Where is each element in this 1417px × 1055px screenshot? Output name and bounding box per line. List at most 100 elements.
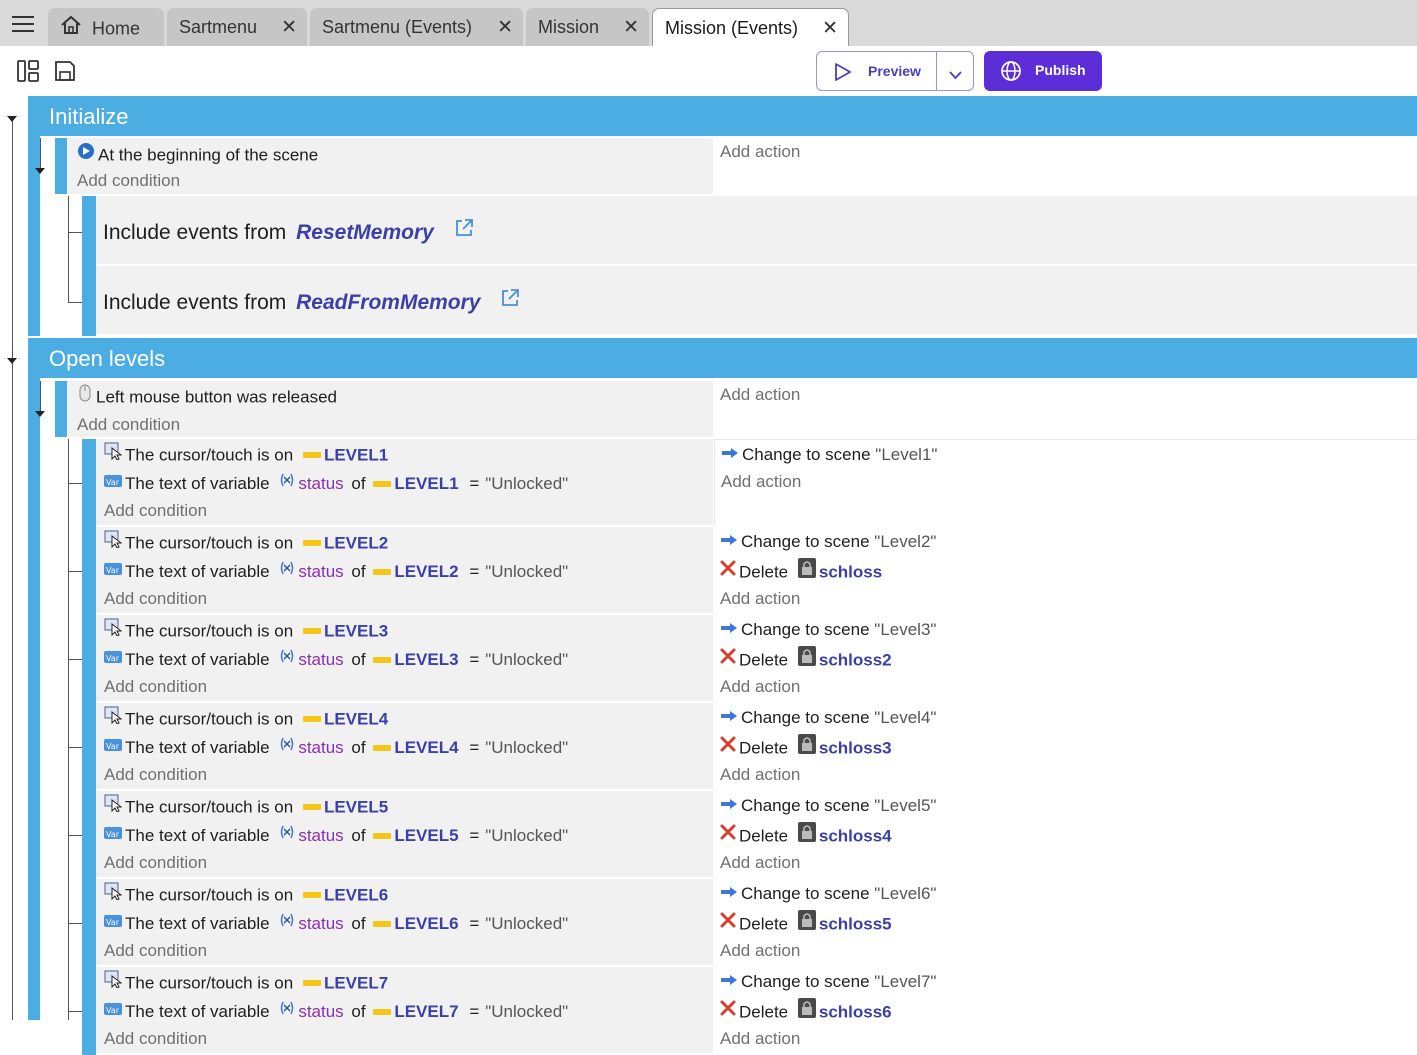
action-delete[interactable]: Delete schloss4: [720, 822, 892, 846]
tab-home[interactable]: Home: [48, 8, 164, 46]
action-box[interactable]: Change to scene "Level6" Delete schloss5…: [714, 879, 1417, 965]
layout-icon[interactable]: [17, 60, 39, 87]
action-change-scene[interactable]: Change to scene "Level1": [721, 444, 937, 466]
preview-button[interactable]: Preview: [816, 51, 937, 91]
object-name[interactable]: LEVEL3: [324, 621, 388, 640]
tab-sartmenu-events[interactable]: Sartmenu (Events) ✕: [310, 8, 523, 46]
action-delete[interactable]: Delete schloss6: [720, 998, 892, 1022]
condition-box[interactable]: The cursor/touch is on LEVEL1 Var The tex…: [96, 439, 713, 525]
condition-cursor-on[interactable]: The cursor/touch is on LEVEL7: [104, 970, 388, 994]
tab-sartmenu[interactable]: Sartmenu ✕: [167, 8, 307, 46]
condition-box[interactable]: The cursor/touch is on LEVEL2 Var The tex…: [96, 527, 713, 613]
add-action[interactable]: Add action: [720, 764, 800, 786]
scene-name[interactable]: "Level6": [874, 884, 936, 903]
condition-box[interactable]: The cursor/touch is on LEVEL4 Var The tex…: [96, 703, 713, 789]
object-name[interactable]: schloss4: [819, 826, 892, 845]
collapse-toggle[interactable]: [7, 116, 17, 122]
external-link-icon[interactable]: [500, 288, 520, 315]
condition-cursor-on[interactable]: The cursor/touch is on LEVEL6: [104, 882, 388, 906]
condition-cursor-on[interactable]: The cursor/touch is on LEVEL3: [104, 618, 388, 642]
close-icon[interactable]: ✕: [822, 17, 838, 40]
include-event-reset-memory[interactable]: Include events from ResetMemory: [96, 196, 1417, 264]
scene-name[interactable]: "Level5": [874, 796, 936, 815]
close-icon[interactable]: ✕: [281, 16, 297, 39]
scene-name[interactable]: "Level3": [874, 620, 936, 639]
add-action[interactable]: Add action: [721, 471, 801, 493]
action-change-scene[interactable]: Change to scene "Level3": [720, 619, 936, 641]
condition-variable-text[interactable]: Var The text of variable status of LEVEL5…: [104, 825, 568, 847]
condition-variable-text[interactable]: Var The text of variable status of LEVEL2…: [104, 561, 568, 583]
add-action[interactable]: Add action: [720, 588, 800, 610]
add-action[interactable]: Add action: [720, 141, 800, 163]
object-name[interactable]: LEVEL1: [394, 474, 458, 493]
add-action[interactable]: Add action: [720, 852, 800, 874]
collapse-toggle[interactable]: [7, 358, 17, 364]
add-condition[interactable]: Add condition: [104, 764, 207, 786]
condition-variable-text[interactable]: Var The text of variable status of LEVEL4…: [104, 737, 568, 759]
action-box[interactable]: Change to scene "Level5" Delete schloss4…: [714, 791, 1417, 877]
scene-name[interactable]: "Level2": [874, 532, 936, 551]
condition-variable-text[interactable]: Var The text of variable status of LEVEL3…: [104, 649, 568, 671]
variable-name[interactable]: status: [298, 738, 343, 757]
action-delete[interactable]: Delete schloss5: [720, 910, 892, 934]
condition-cursor-on[interactable]: The cursor/touch is on LEVEL2: [104, 530, 388, 554]
condition-box[interactable]: The cursor/touch is on LEVEL5 Var The tex…: [96, 791, 713, 877]
add-condition[interactable]: Add condition: [104, 588, 207, 610]
object-name[interactable]: LEVEL4: [394, 738, 458, 757]
external-events-name[interactable]: ResetMemory: [296, 221, 434, 244]
add-action[interactable]: Add action: [720, 676, 800, 698]
scene-name[interactable]: "Level7": [874, 972, 936, 991]
collapse-toggle[interactable]: [35, 411, 45, 417]
action-box[interactable]: Add action: [714, 138, 1417, 194]
close-icon[interactable]: ✕: [497, 16, 513, 39]
add-condition[interactable]: Add condition: [104, 500, 207, 522]
add-action[interactable]: Add action: [720, 940, 800, 962]
object-name[interactable]: LEVEL5: [324, 797, 388, 816]
add-condition[interactable]: Add condition: [77, 170, 180, 192]
group-title-initialize[interactable]: Initialize: [40, 96, 1417, 136]
external-events-name[interactable]: ReadFromMemory: [296, 291, 480, 314]
object-name[interactable]: schloss2: [819, 650, 892, 669]
object-name[interactable]: LEVEL7: [324, 973, 388, 992]
variable-name[interactable]: status: [298, 650, 343, 669]
tab-mission-events[interactable]: Mission (Events) ✕: [652, 8, 849, 46]
include-event-read-from-memory[interactable]: Include events from ReadFromMemory: [96, 266, 1417, 334]
condition-box[interactable]: The cursor/touch is on LEVEL7 Var The tex…: [96, 967, 713, 1053]
action-box[interactable]: Change to scene "Level2" Delete schloss …: [714, 527, 1417, 613]
action-delete[interactable]: Delete schloss: [720, 558, 882, 582]
preview-options-button[interactable]: [936, 51, 974, 91]
object-name[interactable]: LEVEL6: [324, 885, 388, 904]
object-name[interactable]: schloss3: [819, 738, 892, 757]
add-condition[interactable]: Add condition: [104, 676, 207, 698]
object-name[interactable]: LEVEL7: [394, 1002, 458, 1021]
action-box[interactable]: Change to scene "Level1" Add action: [714, 439, 1417, 525]
add-condition[interactable]: Add condition: [104, 1028, 207, 1050]
add-action[interactable]: Add action: [720, 384, 800, 406]
condition-cursor-on[interactable]: The cursor/touch is on LEVEL4: [104, 706, 388, 730]
variable-name[interactable]: status: [298, 474, 343, 493]
condition-box[interactable]: The cursor/touch is on LEVEL3 Var The tex…: [96, 615, 713, 701]
variable-name[interactable]: status: [298, 914, 343, 933]
condition-variable-text[interactable]: Var The text of variable status of LEVEL6…: [104, 913, 568, 935]
add-condition[interactable]: Add condition: [104, 940, 207, 962]
object-name[interactable]: LEVEL4: [324, 709, 388, 728]
add-action[interactable]: Add action: [720, 1028, 800, 1050]
action-change-scene[interactable]: Change to scene "Level2": [720, 531, 936, 553]
scene-name[interactable]: "Level1": [875, 445, 937, 464]
action-change-scene[interactable]: Change to scene "Level5": [720, 795, 936, 817]
object-name[interactable]: schloss6: [819, 1002, 892, 1021]
scene-name[interactable]: "Level4": [874, 708, 936, 727]
object-name[interactable]: LEVEL5: [394, 826, 458, 845]
object-name[interactable]: LEVEL6: [394, 914, 458, 933]
external-link-icon[interactable]: [454, 218, 474, 245]
action-box[interactable]: Change to scene "Level3" Delete schloss2…: [714, 615, 1417, 701]
menu-icon[interactable]: [10, 14, 36, 34]
publish-button[interactable]: Publish: [984, 51, 1102, 91]
action-delete[interactable]: Delete schloss3: [720, 734, 892, 758]
object-name[interactable]: LEVEL1: [324, 445, 388, 464]
add-condition[interactable]: Add condition: [104, 852, 207, 874]
tab-mission[interactable]: Mission ✕: [526, 8, 649, 46]
add-condition[interactable]: Add condition: [77, 414, 180, 436]
action-change-scene[interactable]: Change to scene "Level7": [720, 971, 936, 993]
group-title-open-levels[interactable]: Open levels: [40, 338, 1417, 378]
